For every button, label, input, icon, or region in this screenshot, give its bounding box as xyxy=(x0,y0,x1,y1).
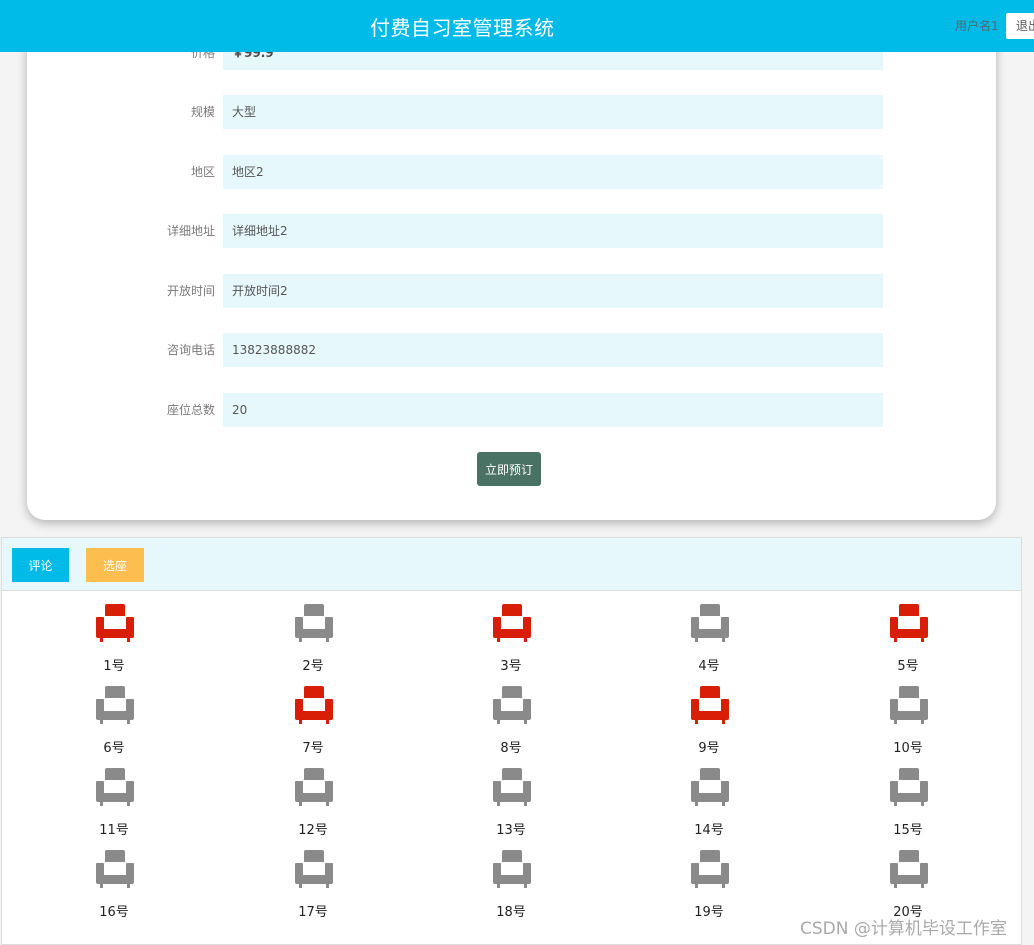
seat-label: 16号 xyxy=(99,905,129,920)
seat-7[interactable]: 7号 xyxy=(253,685,373,761)
armchair-icon xyxy=(295,768,333,806)
armchair-icon xyxy=(295,686,333,724)
armchair-icon xyxy=(691,850,729,888)
armchair-icon xyxy=(691,604,729,642)
address-value: 详细地址2 xyxy=(223,214,883,248)
seat-2[interactable]: 2号 xyxy=(253,603,373,679)
opening-hours-row: 开放时间 开放时间2 xyxy=(27,274,996,308)
seat-label: 15号 xyxy=(893,823,923,838)
region-label: 地区 xyxy=(190,165,215,179)
seat-label: 1号 xyxy=(103,659,125,674)
seat-3[interactable]: 3号 xyxy=(451,603,571,679)
armchair-icon xyxy=(493,768,531,806)
armchair-icon xyxy=(493,604,531,642)
seat-label: 14号 xyxy=(694,823,724,838)
seat-label: 11号 xyxy=(99,823,129,838)
armchair-icon xyxy=(96,686,134,724)
watermark: CSDN @计算机毕设工作室 xyxy=(800,919,1007,939)
armchair-icon xyxy=(96,850,134,888)
seat-label: 7号 xyxy=(302,741,324,756)
seat-label: 12号 xyxy=(298,823,328,838)
seat-selection-panel: 评论 选座 1号 2号 3号 4号 5号 6号 7号 8号 9号 10号 11号 12号 13号 14号 1… xyxy=(1,537,1022,945)
tab-select-seat[interactable]: 选座 xyxy=(86,548,144,582)
address-label: 详细地址 xyxy=(166,224,215,238)
logout-button[interactable]: 退出 xyxy=(1006,13,1034,39)
region-value: 地区2 xyxy=(223,155,883,189)
phone-label: 咨询电话 xyxy=(166,343,215,357)
seat-label: 9号 xyxy=(698,741,720,756)
scale-value: 大型 xyxy=(223,95,883,129)
seat-label: 10号 xyxy=(893,741,923,756)
seat-19[interactable]: 19号 xyxy=(649,849,769,925)
address-row: 详细地址 详细地址2 xyxy=(27,214,996,248)
seat-4[interactable]: 4号 xyxy=(649,603,769,679)
region-row: 地区 地区2 xyxy=(27,155,996,189)
seat-14[interactable]: 14号 xyxy=(649,767,769,843)
seat-18[interactable]: 18号 xyxy=(451,849,571,925)
seat-12[interactable]: 12号 xyxy=(253,767,373,843)
seat-label: 8号 xyxy=(500,741,522,756)
seat-label: 19号 xyxy=(694,905,724,920)
seat-label: 5号 xyxy=(897,659,919,674)
seat-label: 18号 xyxy=(496,905,526,920)
seat-count-row: 座位总数 20 xyxy=(27,393,996,427)
seat-11[interactable]: 11号 xyxy=(54,767,174,843)
opening-hours-value: 开放时间2 xyxy=(223,274,883,308)
armchair-icon xyxy=(890,604,928,642)
seat-label: 13号 xyxy=(496,823,526,838)
book-now-button[interactable]: 立即预订 xyxy=(477,452,541,486)
seat-label: 4号 xyxy=(698,659,720,674)
seat-label: 17号 xyxy=(298,905,328,920)
seat-6[interactable]: 6号 xyxy=(54,685,174,761)
seat-9[interactable]: 9号 xyxy=(649,685,769,761)
seat-8[interactable]: 8号 xyxy=(451,685,571,761)
phone-row: 咨询电话 13823888882 xyxy=(27,333,996,367)
armchair-icon xyxy=(890,686,928,724)
seat-label: 6号 xyxy=(103,741,125,756)
armchair-icon xyxy=(96,604,134,642)
scale-label: 规模 xyxy=(190,105,215,119)
tab-comment[interactable]: 评论 xyxy=(12,548,69,582)
armchair-icon xyxy=(890,850,928,888)
seat-5[interactable]: 5号 xyxy=(848,603,968,679)
armchair-icon xyxy=(295,604,333,642)
armchair-icon xyxy=(890,768,928,806)
armchair-icon xyxy=(493,686,531,724)
opening-hours-label: 开放时间 xyxy=(166,284,215,298)
seat-17[interactable]: 17号 xyxy=(253,849,373,925)
seat-label: 3号 xyxy=(500,659,522,674)
seat-10[interactable]: 10号 xyxy=(848,685,968,761)
username-label: 用户名1 xyxy=(955,19,999,33)
armchair-icon xyxy=(691,686,729,724)
seat-label: 2号 xyxy=(302,659,324,674)
seat-13[interactable]: 13号 xyxy=(451,767,571,843)
seat-count-value: 20 xyxy=(223,393,883,427)
study-room-detail-card: 价格 ￥99.9 规模 大型 地区 地区2 详细地址 详细地址2 开放时间 开放… xyxy=(27,0,996,520)
header-bar: 付费自习室管理系统 用户名1 退出 xyxy=(0,0,1034,52)
armchair-icon xyxy=(493,850,531,888)
armchair-icon xyxy=(96,768,134,806)
armchair-icon xyxy=(295,850,333,888)
seat-16[interactable]: 16号 xyxy=(54,849,174,925)
seat-1[interactable]: 1号 xyxy=(54,603,174,679)
seat-count-label: 座位总数 xyxy=(166,403,215,417)
app-title: 付费自习室管理系统 xyxy=(370,16,555,40)
seat-15[interactable]: 15号 xyxy=(848,767,968,843)
tab-bar: 评论 选座 xyxy=(2,538,1021,591)
scale-row: 规模 大型 xyxy=(27,95,996,129)
armchair-icon xyxy=(691,768,729,806)
phone-value: 13823888882 xyxy=(223,333,883,367)
